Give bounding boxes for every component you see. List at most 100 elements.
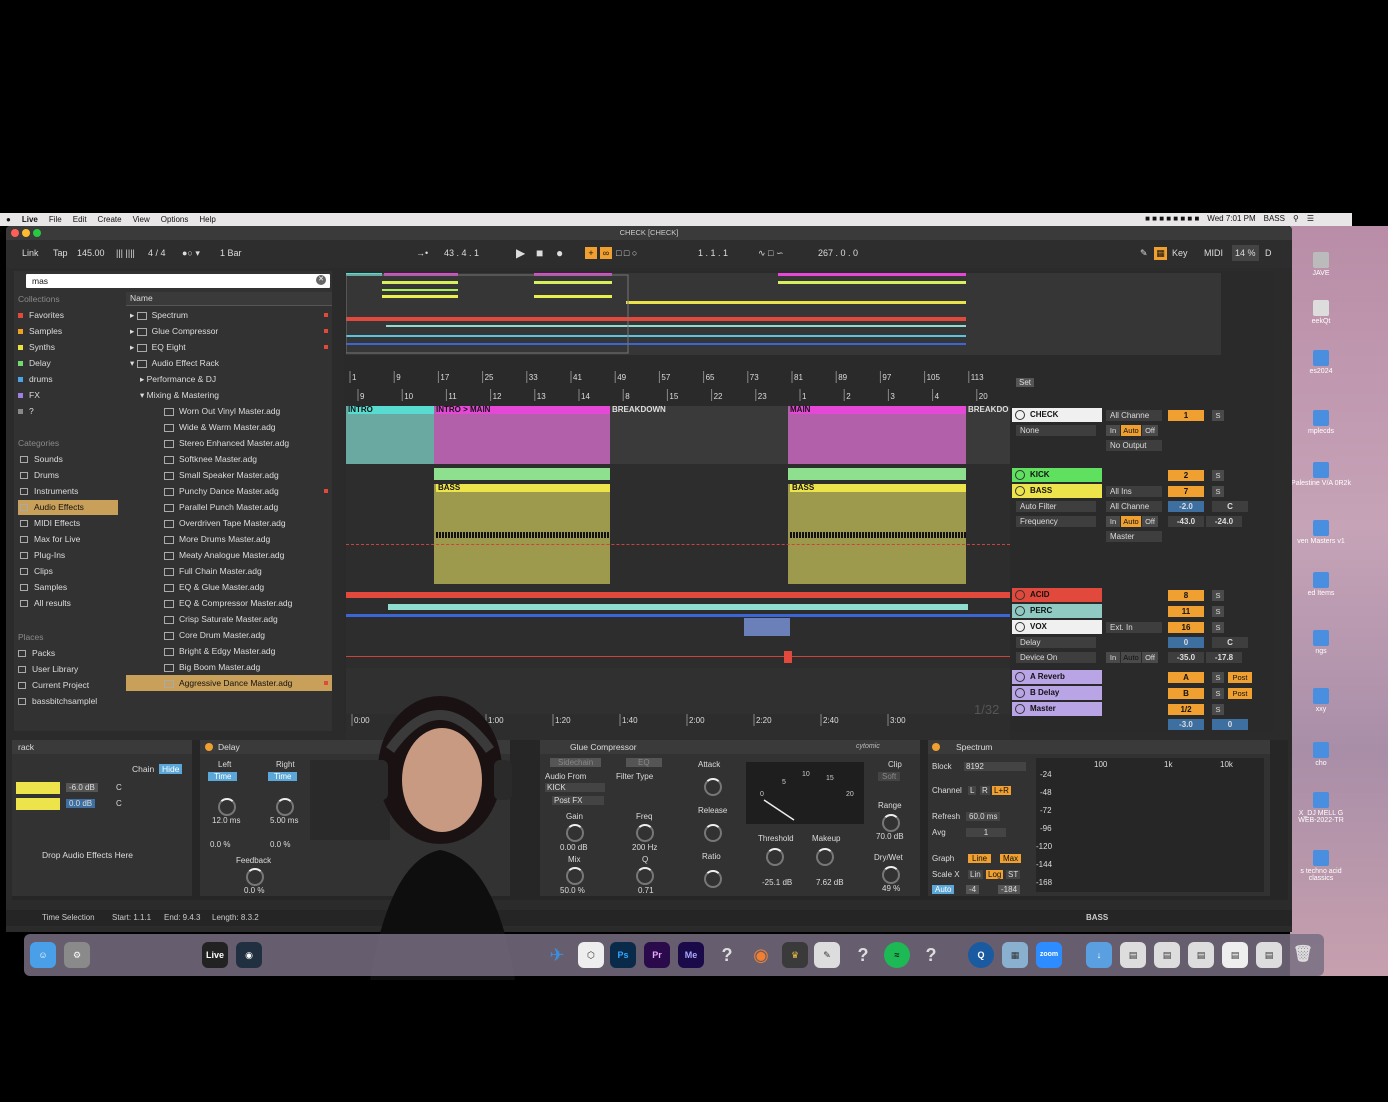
category-item[interactable]: MIDI Effects	[18, 516, 118, 531]
dry-wet-knob[interactable]	[882, 866, 900, 884]
desktop-item[interactable]: s techno acid classics	[1290, 850, 1352, 882]
track-pan[interactable]: C	[1212, 637, 1248, 648]
arrangement-position[interactable]: 43 . 4 . 1	[444, 245, 479, 261]
menu-create[interactable]: Create	[98, 215, 122, 224]
preview-icon[interactable]: ▦	[1002, 942, 1028, 968]
delay-left-pct[interactable]: 0.0 %	[210, 840, 230, 849]
track-activator[interactable]: B	[1168, 688, 1204, 699]
track-pan[interactable]: 0	[1212, 719, 1248, 730]
menu-view[interactable]: View	[133, 215, 150, 224]
input-type-select[interactable]: All Channe	[1106, 410, 1162, 421]
menu-app[interactable]: Live	[22, 215, 38, 224]
attack-knob[interactable]	[704, 778, 722, 796]
zoom-window-button[interactable]	[33, 229, 41, 237]
input-type-select[interactable]: Ext. In	[1106, 622, 1162, 633]
category-item[interactable]: All results	[18, 596, 118, 611]
close-window-button[interactable]	[11, 229, 19, 237]
scale-st-button[interactable]: ST	[1006, 870, 1021, 879]
collection-item[interactable]: Samples	[18, 324, 62, 339]
sidechain-button[interactable]: Sidechain	[550, 758, 602, 767]
chain-2-volume[interactable]: 0.0 dB	[66, 799, 96, 808]
mix-value[interactable]: 50.0 %	[560, 886, 585, 895]
track-activator[interactable]: 8	[1168, 590, 1204, 601]
solo-button[interactable]: S	[1212, 622, 1224, 633]
track-activator[interactable]: 1/2	[1168, 704, 1204, 715]
range-high[interactable]: -184	[998, 885, 1021, 894]
audio-effect-rack[interactable]: rack Chain Hide -6.0 dB C 0.0 dB C Drop …	[12, 740, 192, 896]
monitor-off-button[interactable]: Off	[1142, 425, 1158, 436]
desktop-item[interactable]: X_DJ MELL G WEB-2022-TR	[1290, 792, 1352, 824]
audio-from-position-select[interactable]: Post FX	[552, 796, 604, 805]
track-header-a-reverb[interactable]: A Reverb	[1012, 670, 1102, 684]
browser-item[interactable]: Overdriven Tape Master.adg	[126, 515, 332, 531]
delay-power-icon[interactable]	[205, 743, 213, 751]
clip-breakdown-2[interactable]: BREAKDO	[966, 406, 1010, 464]
desktop-item[interactable]: Palestine V/A 0R2k	[1290, 462, 1352, 487]
monitor-auto-button[interactable]: Auto	[1121, 652, 1141, 663]
category-item[interactable]: Plug-Ins	[18, 548, 118, 563]
clip-breakdown[interactable]: BREAKDOWN	[610, 406, 788, 464]
delay-right-pct[interactable]: 0.0 %	[270, 840, 290, 849]
track-fold-icon[interactable]	[1015, 606, 1025, 616]
desktop-item[interactable]: ngs	[1290, 630, 1352, 655]
play-button[interactable]: ▶	[516, 245, 525, 261]
gain-knob[interactable]	[566, 824, 584, 842]
scale-log-button[interactable]: Log	[986, 870, 1004, 879]
menu-edit[interactable]: Edit	[73, 215, 87, 224]
scale-lin-button[interactable]: Lin	[968, 870, 983, 879]
track-activator[interactable]: 16	[1168, 622, 1204, 633]
monitor-auto-button[interactable]: Auto	[1121, 516, 1141, 527]
downloads-folder-icon[interactable]: ↓	[1086, 942, 1112, 968]
track-activator[interactable]: 2	[1168, 470, 1204, 481]
control-center-icon[interactable]: ☰	[1307, 214, 1314, 223]
user-name[interactable]: BASS	[1264, 214, 1285, 223]
draw-mode-icon[interactable]: ✎	[1140, 245, 1148, 261]
photoshop-icon[interactable]: Ps	[610, 942, 636, 968]
desktop-item[interactable]: mplecds	[1290, 410, 1352, 435]
place-item[interactable]: Current Project	[18, 678, 89, 693]
browser-item[interactable]: Wide & Warm Master.adg	[126, 419, 332, 435]
track-header-bass[interactable]: BASS	[1012, 484, 1102, 498]
collection-item[interactable]: Delay	[18, 356, 51, 371]
dry-wet-value[interactable]: 49 %	[882, 884, 900, 893]
system-preferences-icon[interactable]: ⚙	[64, 942, 90, 968]
app-icon[interactable]: ♛	[782, 942, 808, 968]
desktop-item[interactable]: JAVE	[1290, 252, 1352, 277]
set-locator-button[interactable]: Set	[1016, 378, 1035, 387]
app-icon[interactable]: ◉	[236, 942, 262, 968]
media-encoder-icon[interactable]: Me	[678, 942, 704, 968]
metronome-icon[interactable]: ●○ ▾	[182, 245, 200, 261]
spotlight-icon[interactable]: ⚲	[1293, 214, 1299, 223]
chain-1[interactable]	[16, 782, 60, 794]
mix-knob[interactable]	[566, 867, 584, 885]
track-activator[interactable]: 7	[1168, 486, 1204, 497]
monitor-in-button[interactable]: In	[1106, 652, 1120, 663]
premiere-icon[interactable]: Pr	[644, 942, 670, 968]
soft-button[interactable]: Soft	[878, 772, 901, 781]
solo-button[interactable]: S	[1212, 688, 1224, 699]
trash-icon[interactable]: 🗑	[1290, 942, 1316, 968]
session-record-icon[interactable]: □ □ ○	[616, 245, 637, 261]
chain-2[interactable]	[16, 798, 60, 810]
refresh-value[interactable]: 60.0 ms	[966, 812, 1001, 821]
track-volume-range-high[interactable]: -17.8	[1206, 652, 1242, 663]
channel-l-button[interactable]: L	[968, 786, 977, 795]
track-volume[interactable]: -3.0	[1168, 719, 1204, 730]
browser-item[interactable]: Softknee Master.adg	[126, 451, 332, 467]
browser-item[interactable]: Bright & Edgy Master.adg	[126, 643, 332, 659]
release-knob[interactable]	[704, 824, 722, 842]
browser-item[interactable]: ▾ Mixing & Mastering	[126, 387, 332, 403]
clip-main[interactable]: MAIN	[788, 406, 966, 464]
browser-item[interactable]: ▸ EQ Eight	[126, 339, 332, 355]
spectrum-display[interactable]	[1036, 758, 1264, 892]
clip-bass[interactable]: BASS	[788, 484, 966, 584]
track-header-perc[interactable]: PERC	[1012, 604, 1102, 618]
disclosure-icon[interactable]: ▸	[140, 374, 147, 384]
apple-menu-icon[interactable]: ●	[6, 215, 11, 224]
category-item[interactable]: Clips	[18, 564, 118, 579]
category-item[interactable]: Audio Effects	[18, 500, 118, 515]
clip-bass[interactable]: BASS	[434, 484, 610, 584]
track-pan[interactable]: C	[1212, 501, 1248, 512]
category-item[interactable]: Sounds	[18, 452, 118, 467]
follow-icon[interactable]: →•	[416, 245, 428, 261]
